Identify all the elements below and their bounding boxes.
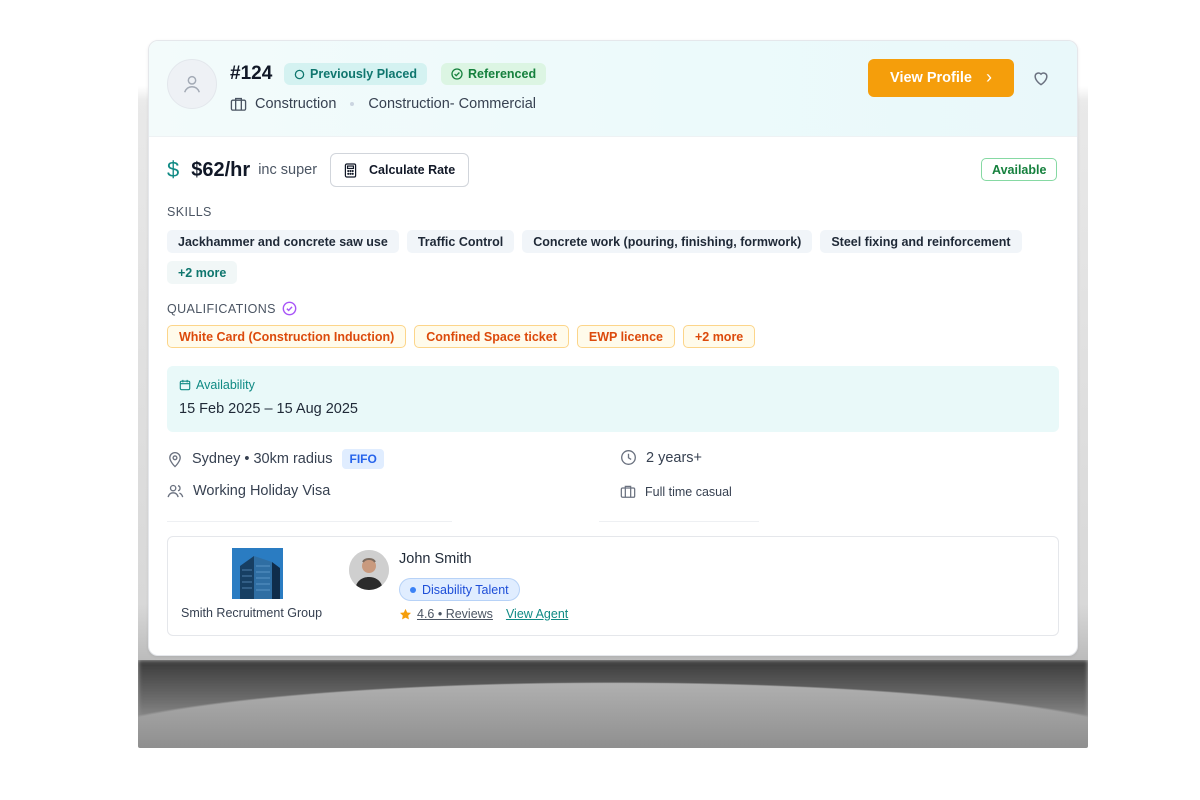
- user-placeholder-icon: [183, 75, 201, 93]
- location-row: Sydney • 30km radius FIFO: [167, 449, 384, 469]
- qualification-chip: EWP licence: [576, 325, 675, 348]
- calendar-icon: [179, 379, 191, 391]
- qualifications-list: White Card (Construction Induction) Conf…: [167, 325, 1067, 348]
- location-text: Sydney • 30km radius: [192, 451, 333, 467]
- agency-panel: Smith Recruitment Group John Smith Disab…: [167, 536, 1059, 636]
- tag-dot: [410, 586, 416, 593]
- view-profile-button[interactable]: View Profile ›: [868, 59, 1014, 97]
- building-image: [232, 548, 283, 599]
- rate-value: $62/hr: [191, 158, 251, 181]
- card-header: #124 Previously Placed Referenced Constr…: [149, 41, 1077, 137]
- view-profile-label: View Profile: [890, 70, 972, 86]
- skill-chip: Steel fixing and reinforcement: [820, 230, 1022, 253]
- avatar: [167, 59, 217, 109]
- fifo-tag: FIFO: [342, 449, 384, 469]
- agent-name: John Smith: [399, 551, 472, 567]
- calculator-icon: [344, 162, 357, 178]
- qualifications-heading: QUALIFICATIONS: [167, 301, 297, 316]
- availability-heading: Availability: [179, 378, 255, 392]
- calculate-rate-button[interactable]: Calculate Rate: [330, 153, 470, 187]
- reviews-link[interactable]: 4.6 • Reviews: [417, 607, 493, 621]
- sector-label: Construction- Commercial: [368, 96, 537, 112]
- circle-outline-icon: [294, 69, 305, 79]
- agent-tag-label: Disability Talent: [422, 582, 509, 597]
- availability-title: Availability: [196, 378, 255, 392]
- divider: [167, 521, 452, 522]
- page-curl-shadow: [138, 660, 1088, 752]
- previously-placed-label: Previously Placed: [310, 67, 418, 81]
- agent-rating-row: 4.6 • Reviews View Agent: [399, 607, 568, 621]
- availability-dates: 15 Feb 2025 – 15 Aug 2025: [179, 401, 358, 417]
- candidate-card: #124 Previously Placed Referenced Constr…: [148, 40, 1078, 656]
- experience-text: 2 years+: [646, 449, 703, 466]
- qualification-chip: White Card (Construction Induction): [167, 325, 407, 348]
- divider: [599, 521, 759, 522]
- experience-row: 2 years+: [620, 449, 702, 466]
- verified-check-icon: [282, 301, 297, 316]
- agency-logo: [232, 548, 283, 599]
- map-pin-icon: [169, 451, 181, 468]
- skills-heading: SKILLS: [167, 205, 212, 219]
- skills-list: Jackhammer and concrete saw use Traffic …: [167, 230, 1067, 284]
- agent-tag: Disability Talent: [399, 578, 520, 601]
- industry-label: Construction: [255, 96, 337, 112]
- agency-name: Smith Recruitment Group: [181, 606, 323, 620]
- users-icon: [167, 484, 184, 498]
- visa-row: Working Holiday Visa: [167, 483, 330, 499]
- availability-panel: Availability 15 Feb 2025 – 15 Aug 2025: [167, 366, 1059, 432]
- agent-photo: [349, 550, 389, 590]
- skills-more-chip[interactable]: +2 more: [167, 261, 238, 284]
- briefcase-icon: [620, 485, 636, 498]
- skill-chip: Traffic Control: [406, 230, 515, 253]
- employment-text: Full time casual: [645, 484, 732, 499]
- industry-row: Construction Construction- Commercial: [230, 96, 536, 112]
- view-agent-link[interactable]: View Agent: [506, 607, 568, 621]
- calculate-rate-label: Calculate Rate: [369, 163, 456, 177]
- visa-text: Working Holiday Visa: [193, 483, 331, 499]
- star-icon: [400, 608, 411, 619]
- check-circle-icon: [451, 68, 463, 80]
- rate-row: $ $62/hr inc super Calculate Rate: [167, 153, 470, 187]
- referenced-label: Referenced: [468, 67, 537, 81]
- referenced-badge: Referenced: [441, 63, 547, 85]
- heart-icon[interactable]: [1031, 68, 1051, 88]
- rate-note: inc super: [258, 162, 318, 178]
- qualifications-label: QUALIFICATIONS: [167, 301, 276, 316]
- qualifications-more-chip[interactable]: +2 more: [682, 325, 756, 348]
- status-badge: Available: [981, 158, 1058, 181]
- skill-chip: Concrete work (pouring, finishing, formw…: [522, 230, 813, 253]
- separator-dot: [350, 102, 355, 106]
- qualification-chip: Confined Space ticket: [414, 325, 569, 348]
- candidate-id: #124: [230, 63, 273, 84]
- chevron-right-icon: ›: [985, 66, 992, 87]
- employment-row: Full time casual: [620, 484, 732, 499]
- agent-portrait: [349, 550, 389, 590]
- briefcase-icon: [230, 97, 247, 111]
- previously-placed-badge: Previously Placed: [284, 63, 428, 85]
- clock-icon: [621, 450, 636, 465]
- dollar-icon: $: [167, 157, 180, 182]
- skill-chip: Jackhammer and concrete saw use: [167, 230, 399, 253]
